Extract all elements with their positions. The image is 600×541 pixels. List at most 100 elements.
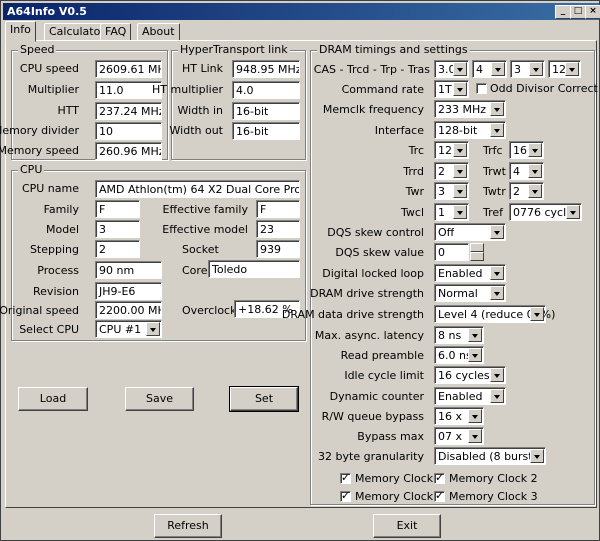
htt-field[interactable]: 237.24 MHz	[95, 102, 162, 120]
socket-field[interactable]: 939	[256, 240, 300, 258]
twcl-dropdown[interactable]: 1	[434, 203, 469, 221]
memory-clock-0-checkbox[interactable]	[340, 471, 351, 484]
close-button[interactable]: ×	[585, 5, 600, 19]
trp-dropdown[interactable]: 3	[510, 60, 545, 78]
chevron-down-icon[interactable]	[468, 409, 482, 423]
chevron-down-icon[interactable]	[453, 82, 467, 96]
width-out-field[interactable]: 16-bit	[232, 122, 300, 140]
chevron-down-icon[interactable]	[453, 143, 467, 157]
trcd-dropdown[interactable]: 4	[472, 60, 507, 78]
model-field[interactable]: 3	[95, 220, 140, 238]
family-field[interactable]: F	[95, 200, 140, 218]
cpu-name-field[interactable]: AMD Athlon(tm) 64 X2 Dual Core Processor…	[95, 180, 300, 198]
dqs-skew-spinner[interactable]	[470, 243, 484, 261]
interface-dropdown[interactable]: 128-bit	[434, 121, 506, 139]
dram-drive-strength-dropdown[interactable]: Normal	[434, 284, 506, 302]
twcl-label: Twcl	[401, 206, 424, 219]
chevron-down-icon[interactable]	[146, 322, 160, 336]
chevron-down-icon[interactable]	[566, 205, 580, 219]
memory-clock-1-checkbox[interactable]	[340, 489, 351, 502]
tab-faq[interactable]: FAQ	[100, 23, 132, 41]
refresh-button[interactable]: Refresh	[154, 514, 222, 538]
chevron-down-icon[interactable]	[528, 184, 542, 198]
rw-queue-bypass-dropdown[interactable]: 16 x	[434, 407, 484, 425]
dram-data-drive-strength-dropdown[interactable]: Level 4 (reduce 00%)	[434, 305, 555, 323]
chevron-down-icon[interactable]	[468, 348, 482, 362]
effective-family-field[interactable]: F	[256, 200, 300, 218]
process-field[interactable]: 90 nm	[95, 261, 162, 279]
load-button[interactable]: Load	[18, 387, 88, 411]
cpu-speed-field[interactable]: 2609.61 MHz	[95, 60, 162, 78]
width-in-field[interactable]: 16-bit	[232, 102, 300, 120]
memory-clock-3-checkbox[interactable]	[434, 489, 445, 502]
chevron-down-icon[interactable]	[490, 225, 504, 239]
chevron-down-icon[interactable]	[453, 62, 467, 76]
ht-link-field[interactable]: 948.95 MHz	[232, 60, 300, 78]
chevron-down-icon[interactable]	[565, 62, 579, 76]
dll-dropdown[interactable]: Enabled	[434, 264, 506, 282]
chevron-down-icon[interactable]	[468, 328, 482, 342]
chevron-down-icon[interactable]	[530, 449, 544, 463]
chevron-down-icon[interactable]	[453, 205, 467, 219]
save-button[interactable]: Save	[125, 387, 194, 411]
chevron-down-icon[interactable]	[490, 286, 504, 300]
maximize-button[interactable]: □	[570, 5, 586, 19]
granularity-label: 32 byte granularity	[318, 450, 424, 463]
ht-multiplier-field[interactable]: 4.0	[232, 81, 300, 99]
chevron-down-icon[interactable]	[491, 62, 505, 76]
tab-info[interactable]: Info	[5, 21, 36, 42]
revision-field[interactable]: JH9-E6	[95, 282, 162, 300]
max-async-latency-dropdown[interactable]: 8 ns	[434, 326, 484, 344]
tref-dropdown[interactable]: 0776 cycles	[509, 203, 582, 221]
chevron-down-icon[interactable]	[490, 102, 504, 116]
chevron-down-icon[interactable]	[490, 389, 504, 403]
dqs-skew-value-field[interactable]: 0	[434, 243, 469, 261]
memory-divider-field[interactable]: 10	[95, 122, 162, 140]
trwt-dropdown[interactable]: 4	[509, 162, 544, 180]
chevron-down-icon[interactable]	[530, 307, 544, 321]
chevron-down-icon[interactable]	[453, 184, 467, 198]
chevron-down-icon[interactable]	[453, 164, 467, 178]
bypass-max-dropdown[interactable]: 07 x	[434, 427, 484, 445]
dynamic-counter-dropdown[interactable]: Enabled	[434, 387, 506, 405]
spin-up-icon[interactable]	[470, 243, 484, 252]
chevron-down-icon[interactable]	[529, 62, 543, 76]
effective-model-field[interactable]: 23	[256, 220, 300, 238]
chevron-down-icon[interactable]	[528, 164, 542, 178]
twcl-value: 1	[438, 206, 445, 219]
odd-divisor-checkbox[interactable]	[476, 83, 487, 94]
memory-clock-2-checkbox[interactable]	[434, 471, 445, 484]
chevron-down-icon[interactable]	[490, 368, 504, 382]
trfc-dropdown[interactable]: 16	[509, 141, 544, 159]
exit-button[interactable]: Exit	[373, 514, 441, 538]
trrd-dropdown[interactable]: 2	[434, 162, 469, 180]
dqs-skew-control-dropdown[interactable]: Off	[434, 223, 506, 241]
command-rate-dropdown[interactable]: 1T	[434, 80, 469, 98]
chevron-down-icon[interactable]	[468, 429, 482, 443]
minimize-button[interactable]: _	[555, 5, 571, 19]
set-button[interactable]: Set	[229, 386, 299, 412]
chevron-down-icon[interactable]	[490, 123, 504, 137]
trc-value: 12	[438, 144, 452, 157]
idle-cycle-limit-dropdown[interactable]: 16 cycles	[434, 366, 506, 384]
trc-dropdown[interactable]: 12	[434, 141, 469, 159]
chevron-down-icon[interactable]	[528, 143, 542, 157]
spin-down-icon[interactable]	[470, 252, 484, 261]
twr-dropdown[interactable]: 3	[434, 182, 469, 200]
tras-dropdown[interactable]: 12	[548, 60, 581, 78]
cas-dropdown[interactable]: 3.0	[434, 60, 469, 78]
title-bar[interactable]: A64Info V0.5 _ □ ×	[3, 3, 600, 20]
select-cpu-dropdown[interactable]: CPU #1	[95, 320, 162, 338]
memclk-dropdown[interactable]: 233 MHz	[434, 100, 506, 118]
core-field[interactable]: Toledo	[208, 260, 300, 278]
memory-speed-field[interactable]: 260.96 MHz	[95, 142, 162, 160]
command-rate-label: Command rate	[341, 83, 424, 96]
chevron-down-icon[interactable]	[490, 266, 504, 280]
granularity-dropdown[interactable]: Disabled (8 bursts)	[434, 447, 546, 465]
tab-about[interactable]: About	[137, 23, 180, 41]
twtr-dropdown[interactable]: 2	[509, 182, 544, 200]
read-preamble-dropdown[interactable]: 6.0 ns	[434, 346, 484, 364]
granularity-value: Disabled (8 bursts)	[438, 450, 543, 463]
original-speed-field[interactable]: 2200.00 MHz	[95, 301, 162, 319]
stepping-field[interactable]: 2	[95, 240, 140, 258]
